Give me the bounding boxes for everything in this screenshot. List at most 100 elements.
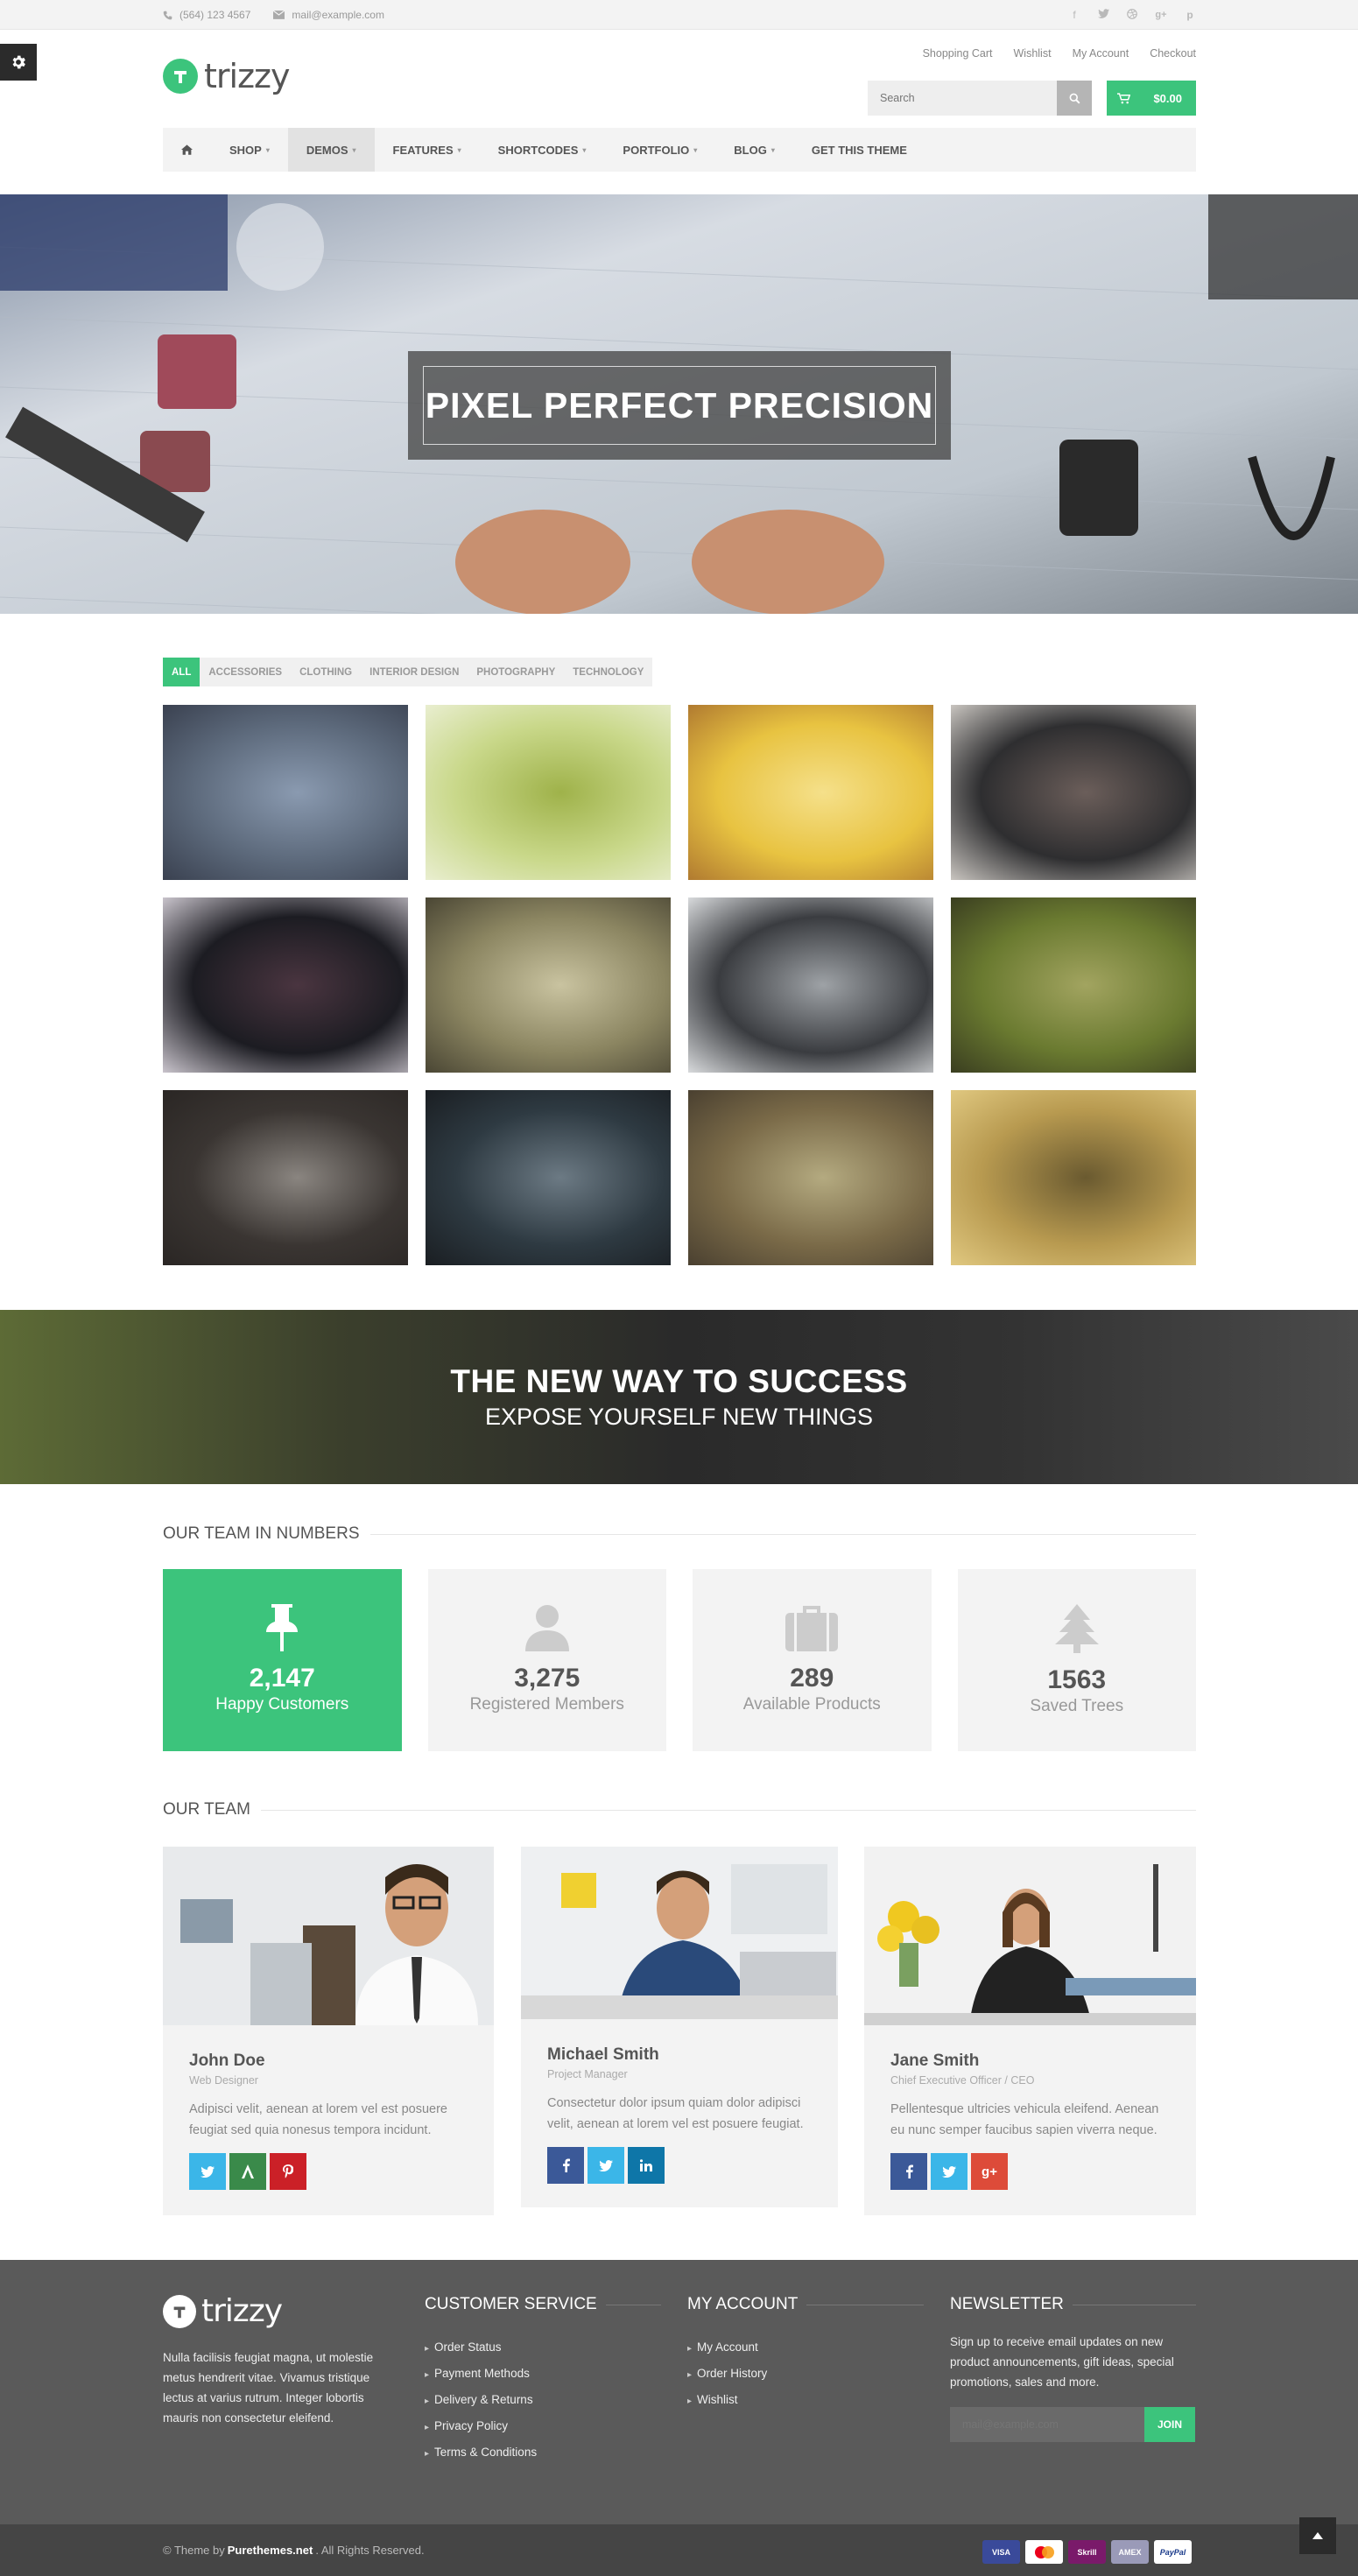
cta-banner: THE NEW WAY TO SUCCESS EXPOSE YOURSELF N… <box>0 1310 1358 1484</box>
team-member-card: John Doe Web Designer Adipisci velit, ae… <box>163 1847 494 2215</box>
filter-technology[interactable]: Technology <box>564 658 652 686</box>
visa-icon: VISA <box>982 2540 1020 2564</box>
stat-label: Available Products <box>742 1695 881 1714</box>
footer-newsletter: Newsletter Sign up to receive email upda… <box>950 2295 1196 2442</box>
newsletter-text: Sign up to receive email updates on new … <box>950 2335 1174 2389</box>
facebook-icon[interactable] <box>890 2153 927 2190</box>
twitter-icon[interactable] <box>1097 9 1109 21</box>
chevron-down-icon: ▾ <box>352 145 356 154</box>
portfolio-item-jacket-photo[interactable] <box>163 705 408 880</box>
nav-home[interactable] <box>163 128 211 172</box>
home-icon <box>181 144 193 155</box>
brand-link[interactable]: Purethemes.net <box>228 2544 313 2557</box>
portfolio-item-pinecone-photo[interactable] <box>951 897 1196 1073</box>
filter-interior-design[interactable]: Interior Design <box>361 658 468 686</box>
wishlist-link[interactable]: Wishlist <box>1014 47 1052 60</box>
footer-my-account: My Account My Account Order History Wish… <box>687 2295 924 2414</box>
briefcase-icon <box>785 1606 839 1651</box>
nav-demos[interactable]: Demos ▾ <box>287 128 375 172</box>
phone: (564) 123 4567 <box>163 9 250 21</box>
payment-methods: VISA Skrill AMEX PayPal <box>982 2540 1192 2564</box>
stat-value: 289 <box>790 1664 834 1693</box>
portfolio-item-leaf-photo[interactable] <box>426 705 671 880</box>
hero-title-box: PIXEL PERFECT PRECISION <box>408 351 951 460</box>
newsletter-email-input[interactable] <box>950 2407 1144 2442</box>
style-switcher-button[interactable] <box>0 44 37 81</box>
facebook-icon[interactable]: f <box>1068 9 1080 21</box>
footer-link-payment-methods[interactable]: Payment Methods <box>425 2361 661 2388</box>
cart-button[interactable]: $0.00 <box>1107 81 1196 116</box>
filter-clothing[interactable]: Clothing <box>291 658 361 686</box>
envelope-icon <box>273 11 285 19</box>
google-plus-icon[interactable]: g+ <box>1155 9 1167 21</box>
team-member-role: Web Designer <box>189 2074 258 2087</box>
twitter-icon[interactable] <box>189 2153 226 2190</box>
portfolio-item-speedometer-photo[interactable] <box>163 897 408 1073</box>
filter-photography[interactable]: Photography <box>468 658 564 686</box>
portfolio-item-hiker-photo[interactable] <box>688 1090 933 1265</box>
team-member-card: Michael Smith Project Manager Consectetu… <box>521 1847 838 2207</box>
footer-link-delivery-returns[interactable]: Delivery & Returns <box>425 2388 661 2414</box>
team-member-card: Jane Smith Chief Executive Officer / CEO… <box>864 1847 1196 2215</box>
team-member-photo <box>163 1847 494 2025</box>
footer-link-order-status[interactable]: Order Status <box>425 2335 661 2361</box>
cta-title: THE NEW WAY TO SUCCESS <box>450 1363 908 1399</box>
portfolio-item-laptop-photo[interactable] <box>951 705 1196 880</box>
back-to-top-button[interactable] <box>1299 2517 1336 2554</box>
twitter-icon[interactable] <box>588 2147 624 2184</box>
mastercard-icon <box>1025 2540 1063 2564</box>
hero-banner: PIXEL PERFECT PRECISION <box>0 194 1358 614</box>
newsletter-join-button[interactable]: JOIN <box>1144 2407 1195 2442</box>
nav-features[interactable]: Features ▾ <box>375 128 480 172</box>
footer-link-terms[interactable]: Terms & Conditions <box>425 2440 661 2467</box>
twitter-icon[interactable] <box>931 2153 967 2190</box>
portfolio-item-building-photo[interactable] <box>688 897 933 1073</box>
footer: trizzy Nulla facilisis feugiat magna, ut… <box>0 2260 1358 2524</box>
stat-value: 1563 <box>1047 1665 1107 1694</box>
vine-icon[interactable] <box>229 2153 266 2190</box>
portfolio-item-raspberries-photo[interactable] <box>688 705 933 880</box>
pinterest-icon[interactable]: p <box>1184 9 1196 21</box>
hero-title: PIXEL PERFECT PRECISION <box>423 366 936 445</box>
linkedin-icon[interactable] <box>628 2147 665 2184</box>
portfolio-item-desk-photo[interactable] <box>163 1090 408 1265</box>
email[interactable]: mail@example.com <box>273 9 384 21</box>
team-member-photo <box>864 1847 1196 2025</box>
filter-accessories[interactable]: Accessories <box>200 658 291 686</box>
newsletter-form: JOIN <box>950 2407 1196 2442</box>
user-icon <box>524 1605 569 1651</box>
footer-link-my-account[interactable]: My Account <box>687 2335 924 2361</box>
checkout-link[interactable]: Checkout <box>1150 47 1196 60</box>
shopping-cart-link[interactable]: Shopping Cart <box>923 47 993 60</box>
footer-link-order-history[interactable]: Order History <box>687 2361 924 2388</box>
portfolio-grid <box>163 705 1196 1265</box>
portfolio-item-dog-photo[interactable] <box>951 1090 1196 1265</box>
pushpin-icon <box>266 1604 299 1651</box>
nav-get-this-theme[interactable]: Get This Theme <box>793 128 925 172</box>
portfolio-item-watch-photo[interactable] <box>426 1090 671 1265</box>
my-account-link[interactable]: My Account <box>1073 47 1129 60</box>
dribbble-icon[interactable] <box>1126 9 1138 21</box>
stat-registered-members: 3,275 Registered Members <box>427 1569 666 1751</box>
footer-link-privacy-policy[interactable]: Privacy Policy <box>425 2414 661 2440</box>
footer-logo[interactable]: trizzy <box>163 2293 394 2329</box>
logo[interactable]: trizzy <box>163 59 290 94</box>
search-button[interactable] <box>1057 81 1092 116</box>
google-plus-icon[interactable]: g+ <box>971 2153 1008 2190</box>
nav-portfolio[interactable]: Portfolio ▾ <box>604 128 715 172</box>
portfolio-item-airplane-photo[interactable] <box>426 897 671 1073</box>
phone-text: (564) 123 4567 <box>179 9 251 21</box>
facebook-icon[interactable] <box>547 2147 584 2184</box>
footer-link-wishlist[interactable]: Wishlist <box>687 2388 924 2414</box>
stat-label: Happy Customers <box>215 1695 349 1714</box>
stat-value: 2,147 <box>249 1664 315 1693</box>
pinterest-icon[interactable] <box>270 2153 306 2190</box>
nav-blog[interactable]: Blog ▾ <box>715 128 793 172</box>
nav-shop[interactable]: Shop ▾ <box>211 128 288 172</box>
footer-about: trizzy Nulla facilisis feugiat magna, ut… <box>163 2293 394 2428</box>
filter-all[interactable]: All <box>163 658 201 686</box>
chevron-down-icon: ▾ <box>582 145 587 154</box>
team-section-title: Our Team <box>163 1800 1196 1819</box>
nav-shortcodes[interactable]: Shortcodes ▾ <box>480 128 605 172</box>
stat-available-products: 289 Available Products <box>693 1569 932 1751</box>
